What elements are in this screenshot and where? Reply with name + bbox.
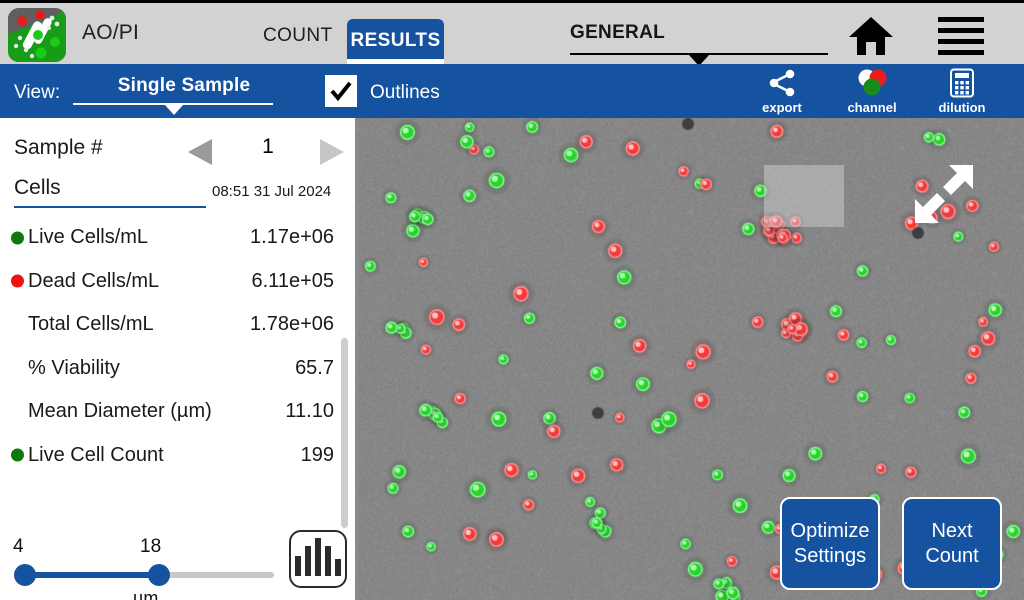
- dilution-button[interactable]: dilution: [917, 68, 1007, 118]
- hamburger-menu-button[interactable]: [938, 17, 984, 55]
- export-label: export: [737, 100, 827, 115]
- outlines-label: Outlines: [370, 82, 440, 104]
- metric-row: % Viability 65.7: [0, 347, 358, 391]
- results-panel: Sample # 1 Cells 08:51 31 Jul 2024 Live …: [0, 118, 358, 600]
- status-dot-green: [11, 449, 24, 462]
- view-label: View:: [14, 82, 60, 104]
- chevron-down-icon: [165, 105, 183, 115]
- metric-name: Dead Cells/mL: [28, 270, 159, 293]
- application-window: AO/PI COUNT RESULTS GENERAL View: Single…: [0, 0, 1024, 600]
- home-button[interactable]: [848, 15, 894, 57]
- metric-name: Live Cells/mL: [28, 226, 148, 249]
- metric-value: 1.17e+06: [250, 226, 334, 249]
- outlines-checkbox[interactable]: [325, 75, 357, 107]
- next-count-button[interactable]: Next Count: [902, 497, 1002, 590]
- hamburger-menu-icon: [938, 50, 984, 55]
- slider-range-fill: [24, 572, 159, 578]
- checkmark-icon: [328, 78, 354, 104]
- slider-max-handle[interactable]: [148, 564, 170, 586]
- calculator-icon: [917, 68, 1007, 98]
- metric-row: Mean Diameter (µm) 11.10: [0, 390, 358, 434]
- slider-min-handle[interactable]: [14, 564, 36, 586]
- microscope-image-view[interactable]: Optimize Settings Next Count: [358, 118, 1024, 600]
- metric-value: 6.11e+05: [252, 270, 335, 293]
- assay-protocol-dropdown[interactable]: GENERAL: [570, 22, 828, 44]
- share-icon: [737, 68, 827, 98]
- channel-circles-icon: [827, 68, 917, 98]
- next-line1: Next: [931, 520, 972, 542]
- view-mode-dropdown[interactable]: Single Sample: [89, 75, 279, 97]
- histogram-icon: [325, 546, 331, 576]
- section-underline: [14, 206, 206, 208]
- channel-button[interactable]: channel: [827, 68, 917, 118]
- histogram-icon: [315, 538, 321, 576]
- metric-name: % Viability: [28, 357, 120, 380]
- section-header: Cells 08:51 31 Jul 2024: [0, 176, 358, 210]
- assay-type-title: AO/PI: [82, 21, 139, 45]
- metric-row: Dead Cells/mL 6.11e+05: [0, 260, 358, 304]
- tab-count[interactable]: COUNT: [263, 25, 333, 47]
- slider-max-label: 18: [140, 536, 161, 558]
- tab-results[interactable]: RESULTS: [347, 19, 444, 63]
- metrics-list: Live Cells/mL 1.17e+06 Dead Cells/mL 6.11e+…: [0, 216, 358, 477]
- zoom-expand-arrows-icon[interactable]: [913, 163, 975, 225]
- section-title: Cells: [14, 176, 61, 200]
- status-dot-green: [11, 231, 24, 244]
- slider-unit-label: µm: [133, 588, 158, 600]
- hamburger-menu-icon: [938, 28, 984, 33]
- metric-name: Mean Diameter (µm): [28, 400, 212, 423]
- metric-value: 1.78e+06: [250, 313, 334, 336]
- measurement-timestamp: 08:51 31 Jul 2024: [212, 183, 331, 200]
- metric-value: 199: [301, 444, 334, 467]
- optimize-line1: Optimize: [791, 520, 870, 542]
- channel-label: channel: [827, 100, 917, 115]
- home-icon: [848, 15, 894, 57]
- optimize-line2: Settings: [794, 545, 866, 567]
- status-dot-red: [11, 275, 24, 288]
- metric-value: 65.7: [295, 357, 334, 380]
- histogram-icon: [295, 556, 301, 576]
- metric-name: Total Cells/mL: [28, 313, 154, 336]
- optimize-settings-button[interactable]: Optimize Settings: [780, 497, 880, 590]
- export-button[interactable]: export: [737, 68, 827, 118]
- metric-row: Total Cells/mL 1.78e+06: [0, 303, 358, 347]
- slider-min-label: 4: [13, 536, 24, 558]
- dilution-label: dilution: [917, 100, 1007, 115]
- cell-counter-logo-icon: [8, 8, 66, 62]
- histogram-icon: [335, 559, 341, 576]
- metric-value: 11.10: [285, 400, 334, 423]
- metric-row: Live Cells/mL 1.17e+06: [0, 216, 358, 260]
- previous-sample-button[interactable]: [188, 139, 212, 165]
- histogram-icon: [305, 546, 311, 576]
- sample-navigator: Sample # 1: [0, 130, 358, 170]
- top-bar: AO/PI COUNT RESULTS GENERAL: [0, 0, 1024, 64]
- next-line2: Count: [925, 545, 978, 567]
- navigator-selection-box[interactable]: [764, 165, 844, 227]
- hamburger-menu-icon: [938, 39, 984, 44]
- metric-name: Live Cell Count: [28, 444, 164, 467]
- metric-row: Live Cell Count 199: [0, 434, 358, 478]
- panel-scrollbar[interactable]: [341, 338, 348, 528]
- next-sample-button[interactable]: [320, 139, 344, 165]
- histogram-button[interactable]: [289, 530, 347, 588]
- hamburger-menu-icon: [938, 17, 984, 22]
- sample-number-value: 1: [240, 135, 296, 159]
- sample-label: Sample #: [14, 136, 103, 160]
- assay-protocol-value: GENERAL: [570, 22, 828, 44]
